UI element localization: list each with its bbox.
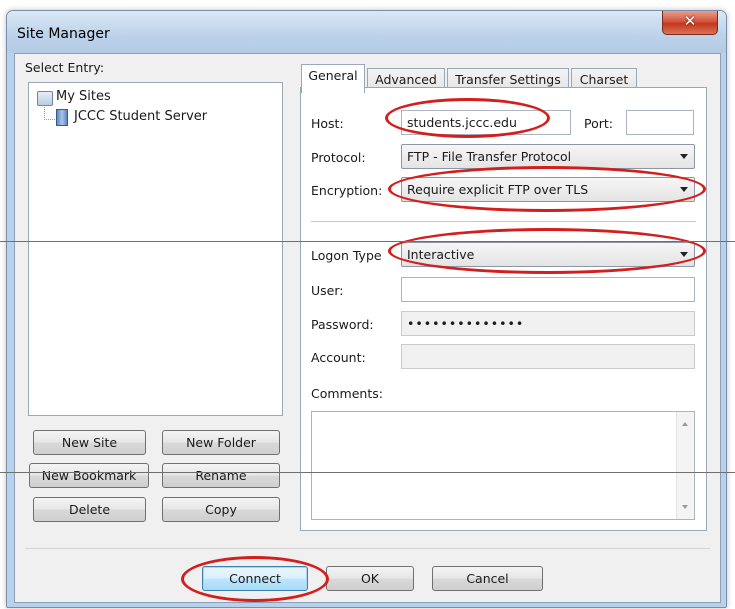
scroll-down-icon[interactable] bbox=[682, 505, 688, 509]
protocol-value: FTP - File Transfer Protocol bbox=[407, 149, 572, 164]
logon-type-select[interactable]: Interactive bbox=[401, 242, 695, 267]
port-label: Port: bbox=[584, 116, 613, 131]
footer-divider bbox=[25, 548, 710, 549]
window-title: Site Manager bbox=[17, 26, 110, 42]
scroll-up-icon[interactable] bbox=[682, 422, 688, 426]
comments-scrollbar[interactable] bbox=[676, 412, 694, 519]
guide-line bbox=[0, 472, 735, 473]
tree-item-my-sites[interactable]: My Sites bbox=[56, 89, 111, 104]
protocol-select[interactable]: FTP - File Transfer Protocol bbox=[401, 144, 695, 169]
chevron-down-icon bbox=[680, 187, 688, 192]
password-input[interactable]: •••••••••••••• bbox=[401, 311, 695, 336]
tab-general[interactable]: General bbox=[301, 64, 365, 93]
encryption-value: Require explicit FTP over TLS bbox=[407, 182, 589, 197]
host-label: Host: bbox=[311, 116, 344, 131]
chevron-down-icon bbox=[680, 154, 688, 159]
protocol-label: Protocol: bbox=[311, 150, 366, 165]
copy-button[interactable]: Copy bbox=[162, 497, 280, 522]
rename-button[interactable]: Rename bbox=[162, 463, 280, 488]
new-bookmark-button[interactable]: New Bookmark bbox=[29, 463, 149, 488]
guide-line bbox=[0, 241, 735, 242]
site-manager-window: Site Manager ✕ Select Entry: My Sites JC… bbox=[6, 10, 727, 608]
new-site-button[interactable]: New Site bbox=[33, 430, 146, 455]
tree-connector bbox=[44, 107, 55, 120]
delete-button[interactable]: Delete bbox=[33, 497, 146, 522]
close-button[interactable]: ✕ bbox=[662, 11, 718, 35]
site-tree[interactable]: My Sites JCCC Student Server bbox=[28, 82, 283, 416]
new-folder-button[interactable]: New Folder bbox=[162, 430, 280, 455]
folder-icon bbox=[37, 91, 53, 106]
select-entry-label: Select Entry: bbox=[25, 60, 105, 75]
divider bbox=[311, 221, 696, 222]
server-icon bbox=[56, 109, 68, 126]
account-label: Account: bbox=[311, 350, 366, 365]
encryption-label: Encryption: bbox=[311, 183, 383, 198]
cancel-button[interactable]: Cancel bbox=[432, 566, 543, 591]
connect-button[interactable]: Connect bbox=[202, 566, 308, 591]
ok-button[interactable]: OK bbox=[326, 566, 414, 591]
chevron-down-icon bbox=[680, 252, 688, 257]
encryption-select[interactable]: Require explicit FTP over TLS bbox=[401, 177, 695, 202]
logon-type-label: Logon Type bbox=[311, 248, 382, 263]
user-label: User: bbox=[311, 283, 344, 298]
comments-textarea[interactable] bbox=[311, 411, 695, 520]
general-tab-panel: Host: students.jccc.edu Port: Protocol: … bbox=[300, 87, 707, 531]
user-input[interactable] bbox=[401, 277, 695, 302]
logon-type-value: Interactive bbox=[407, 247, 475, 262]
dialog-body: Select Entry: My Sites JCCC Student Serv… bbox=[14, 53, 721, 603]
account-input[interactable] bbox=[401, 344, 695, 369]
close-icon: ✕ bbox=[683, 12, 697, 30]
title-bar[interactable]: Site Manager ✕ bbox=[7, 11, 726, 53]
host-input[interactable]: students.jccc.edu bbox=[401, 110, 571, 135]
password-label: Password: bbox=[311, 317, 374, 332]
comments-label: Comments: bbox=[311, 386, 383, 401]
tree-item-jccc-student-server[interactable]: JCCC Student Server bbox=[74, 109, 207, 124]
port-input[interactable] bbox=[626, 110, 694, 135]
